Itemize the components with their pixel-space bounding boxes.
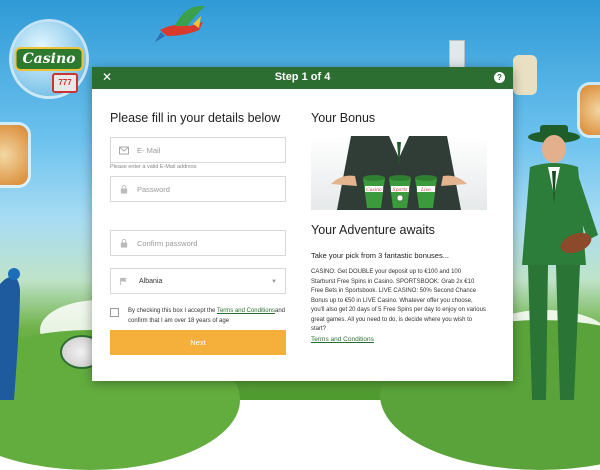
sportsbook-badge — [513, 55, 537, 95]
email-input[interactable] — [137, 138, 277, 162]
peacock-illustration — [0, 268, 20, 400]
mascot-man-illustration — [522, 125, 598, 400]
cup-label-casino: Casino — [366, 187, 382, 193]
adventure-heading: Your Adventure awaits — [311, 223, 435, 237]
terms-checkbox[interactable] — [110, 308, 119, 317]
help-icon[interactable]: ? — [494, 72, 505, 83]
form-heading: Please fill in your details below — [110, 111, 281, 125]
password-field[interactable] — [110, 176, 286, 202]
lock-icon — [120, 239, 128, 248]
pick-text: Take your pick from 3 fantastic bonuses.… — [311, 251, 449, 260]
cup-label-sports: Sports — [393, 187, 409, 193]
bonus-image: Casino Sports Live — [311, 136, 487, 210]
bonus-description: CASINO: Get DOUBLE your deposit up to €1… — [311, 269, 486, 332]
next-button[interactable]: Next — [110, 330, 286, 355]
parrot-illustration — [155, 5, 205, 42]
chevron-down-icon: ▼ — [271, 279, 277, 285]
terms-text: By checking this box I accept the Terms … — [128, 306, 288, 326]
cup-label-live: Live — [420, 187, 431, 193]
country-select[interactable]: Albania ▼ — [110, 268, 286, 294]
country-value: Albania — [139, 278, 163, 285]
slot-machine-icon: 777 — [52, 73, 78, 93]
left-side-badge — [0, 125, 28, 185]
password-input[interactable] — [137, 177, 277, 201]
terms-prefix: By checking this box I accept the — [128, 308, 217, 314]
terms-link[interactable]: Terms and Conditions — [217, 308, 275, 314]
lock-icon — [120, 185, 128, 194]
flag-icon — [119, 277, 127, 286]
registration-modal: ✕ Step 1 of 4 ? Please fill in your deta… — [92, 67, 513, 381]
email-field[interactable] — [110, 137, 286, 163]
step-title: Step 1 of 4 — [274, 71, 331, 83]
bonus-heading: Your Bonus — [311, 111, 376, 125]
bonus-panel: Your Bonus Casino Sports Live Your Adven… — [311, 111, 487, 343]
envelope-icon — [119, 146, 129, 155]
casino-badge-label: Casino — [14, 47, 84, 71]
bonus-terms-link[interactable]: Terms and Conditions — [311, 336, 374, 343]
confirm-password-field[interactable] — [110, 230, 286, 256]
details-form: Please fill in your details below Please… — [110, 111, 286, 355]
email-hint: Please enter a valid E-Mail address — [110, 164, 197, 170]
modal-header: ✕ Step 1 of 4 ? — [92, 67, 513, 89]
confirm-password-input[interactable] — [137, 231, 277, 255]
